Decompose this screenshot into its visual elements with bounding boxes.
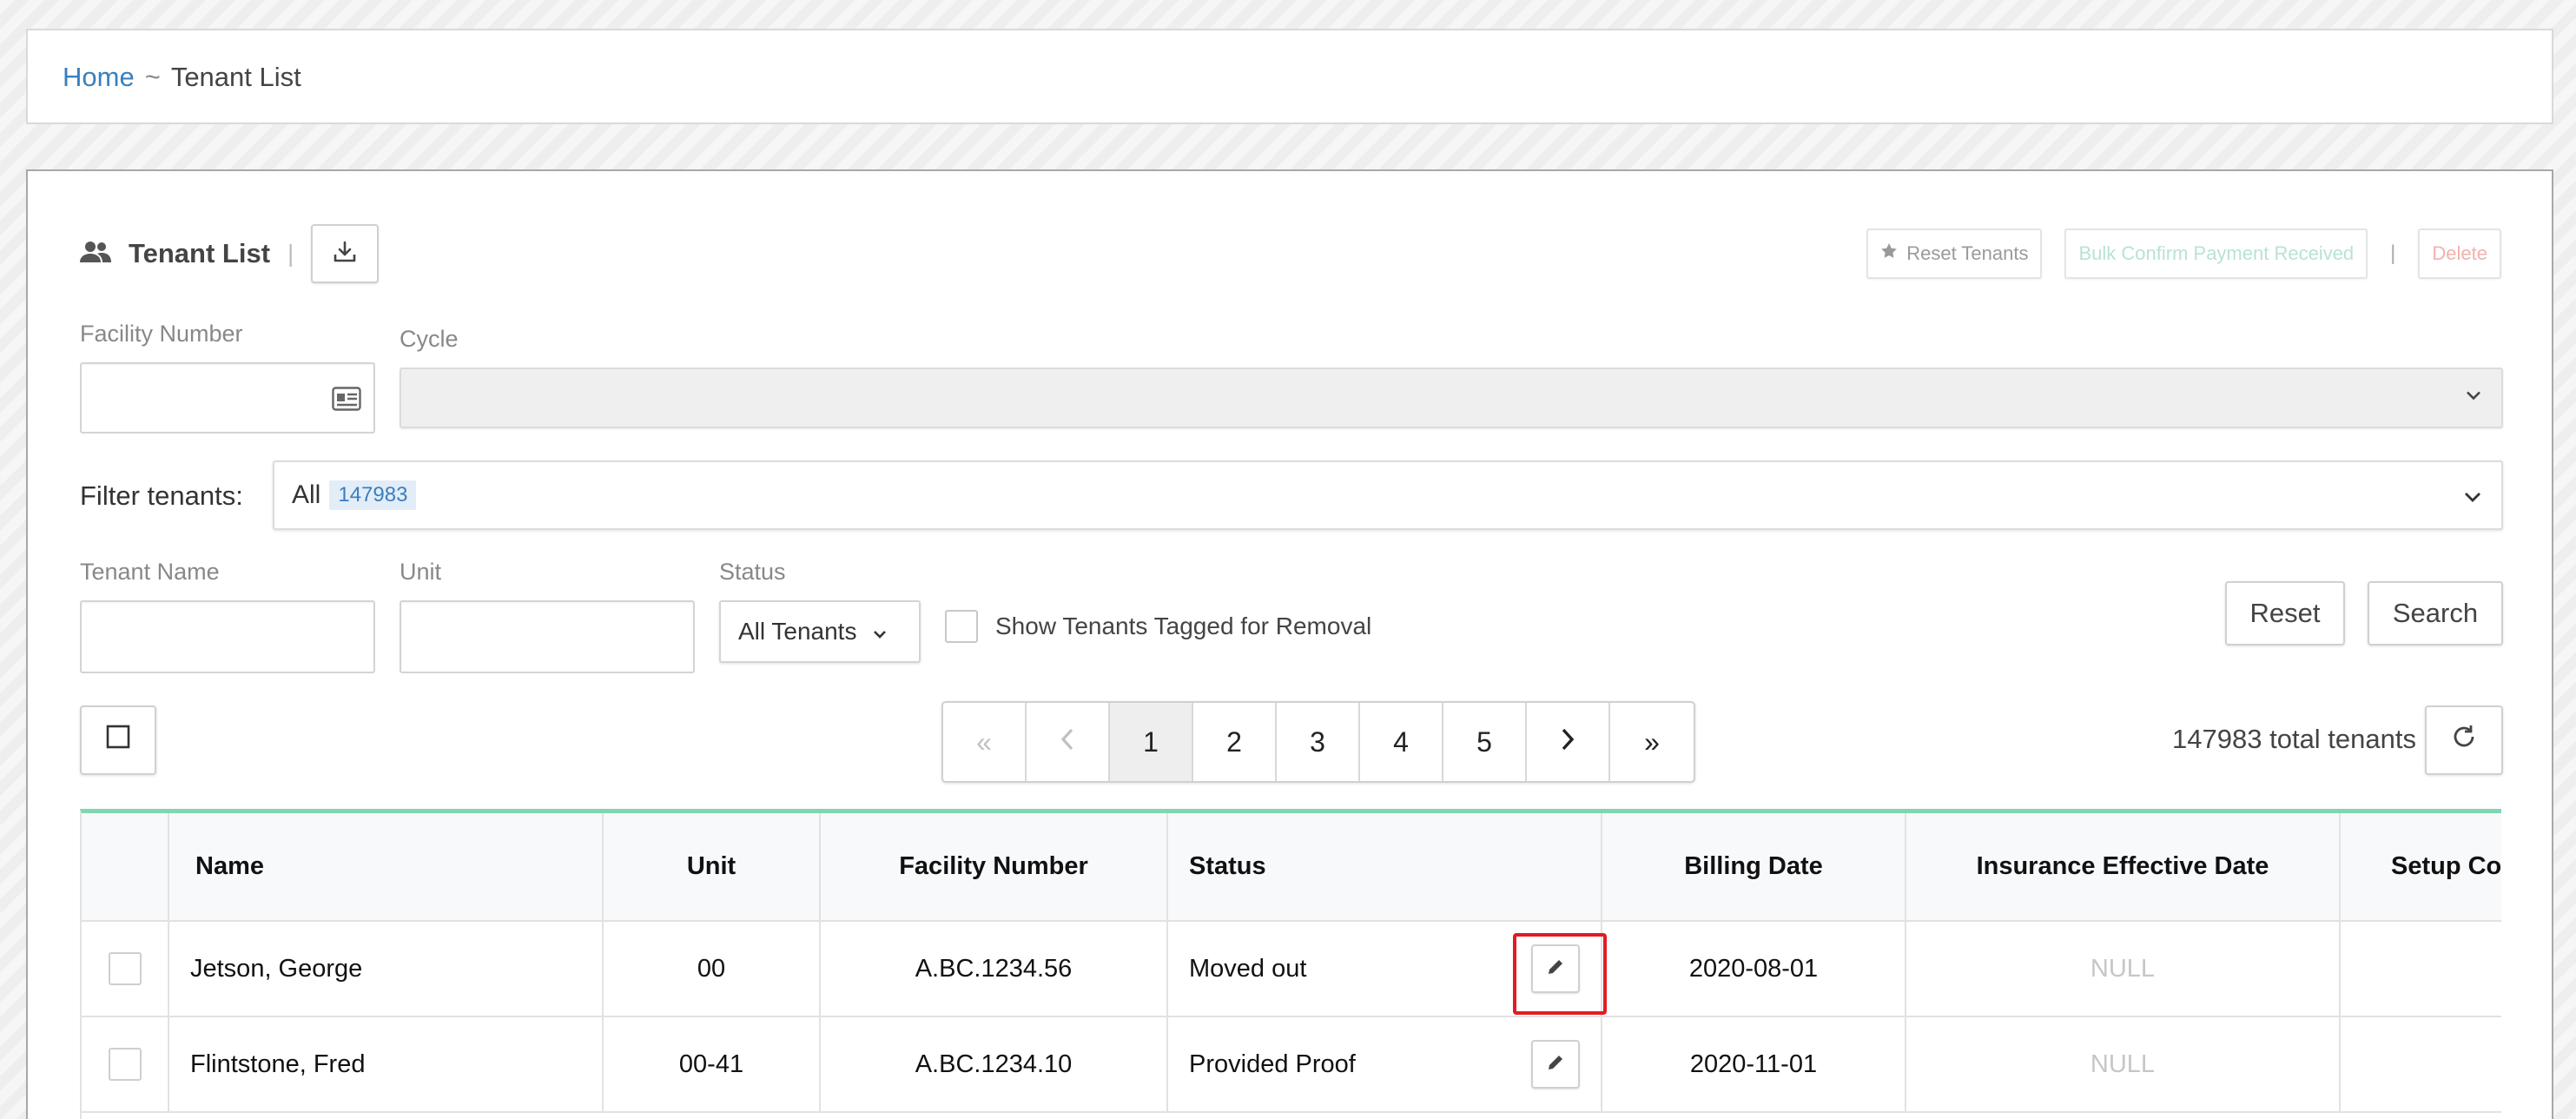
- last-page-button[interactable]: »: [1610, 703, 1694, 781]
- facility-number-cell: A.BC.1234.56: [820, 921, 1168, 1017]
- pencil-icon: [1546, 1050, 1565, 1079]
- unit-cell: 00-41: [603, 1016, 821, 1113]
- facility-number-input[interactable]: [80, 362, 375, 434]
- insurance-effective-date-cell: NULL: [1906, 921, 2341, 1017]
- unit-label: Unit: [400, 559, 442, 585]
- delete-button[interactable]: Delete: [2418, 228, 2501, 279]
- status-cell: Provided Proof: [1167, 1016, 1602, 1113]
- page-2-button[interactable]: 2: [1193, 703, 1277, 781]
- header-actions: Reset Tenants Bulk Confirm Payment Recei…: [1866, 228, 2501, 279]
- filter-count-badge: 147983: [329, 480, 417, 510]
- facility-number-label: Facility Number: [80, 321, 243, 347]
- breadcrumb: Home ~ Tenant List: [63, 62, 301, 93]
- filter-tenants-select[interactable]: All 147983: [273, 460, 2503, 530]
- setup-cell: [2340, 1016, 2501, 1113]
- cycle-label: Cycle: [400, 326, 459, 352]
- edit-status-button[interactable]: [1531, 1040, 1580, 1089]
- tenant-name-cell: Flintstone, Fred: [168, 1016, 604, 1113]
- search-button[interactable]: Search: [2368, 581, 2503, 646]
- edit-button-highlight: [1513, 933, 1607, 1015]
- column-header-name[interactable]: Name: [168, 813, 604, 922]
- tenant-list-panel: Tenant List | Reset Tenants Bulk Confirm…: [26, 169, 2553, 1119]
- column-header-unit[interactable]: Unit: [603, 813, 821, 922]
- status-select[interactable]: All Tenants: [719, 600, 921, 663]
- chevron-down-icon: [2463, 480, 2482, 510]
- breadcrumb-panel: Home ~ Tenant List: [26, 29, 2553, 124]
- tenant-name-label: Tenant Name: [80, 559, 220, 585]
- row-select-cell: [82, 1016, 169, 1113]
- reset-button[interactable]: Reset: [2225, 581, 2345, 646]
- unit-cell: 00: [603, 921, 821, 1017]
- next-page-button[interactable]: [1527, 703, 1610, 781]
- first-page-button[interactable]: «: [943, 703, 1027, 781]
- chevron-down-icon: [2465, 390, 2482, 407]
- tenant-name-cell: Jetson, George: [168, 921, 604, 1017]
- status-text: Moved out: [1189, 954, 1307, 983]
- pagination: « 1 2 3 4 5 »: [941, 701, 1695, 783]
- reset-tenants-label: Reset Tenants: [1906, 242, 2029, 264]
- status-label: Status: [719, 559, 786, 585]
- tenant-table: Name Unit Facility Number Status Billing…: [80, 809, 2501, 1119]
- breadcrumb-home-link[interactable]: Home: [63, 62, 135, 93]
- cycle-select[interactable]: [400, 367, 2503, 428]
- billing-date-cell: 2020-11-01: [1602, 1016, 1906, 1113]
- row-checkbox[interactable]: [108, 1048, 142, 1081]
- table-row: Jetson, George 00 A.BC.1234.56 Moved out…: [82, 921, 2501, 1017]
- filter-tenants-label: Filter tenants:: [80, 480, 243, 511]
- status-text: Provided Proof: [1189, 1049, 1356, 1078]
- column-header-billing-date[interactable]: Billing Date: [1602, 813, 1906, 922]
- previous-page-button[interactable]: [1027, 703, 1110, 781]
- column-header-status[interactable]: Status: [1167, 813, 1602, 922]
- star-icon: [1880, 242, 1898, 265]
- actions-divider: |: [2390, 242, 2396, 265]
- facility-number-cell: A.BC.1234.10: [820, 1016, 1168, 1113]
- chevron-left-icon: [1060, 726, 1075, 758]
- column-header-setup[interactable]: Setup Co: [2340, 813, 2501, 922]
- checkbox-square-icon: [106, 725, 130, 756]
- chevron-down-icon: [872, 618, 888, 646]
- page-3-button[interactable]: 3: [1277, 703, 1360, 781]
- setup-cell: [2340, 921, 2501, 1017]
- download-icon: [333, 240, 357, 268]
- download-button[interactable]: [311, 224, 380, 283]
- tenant-name-input[interactable]: [80, 600, 375, 673]
- refresh-button[interactable]: [2425, 705, 2503, 775]
- reset-tenants-button[interactable]: Reset Tenants: [1866, 228, 2043, 279]
- show-removal-label: Show Tenants Tagged for Removal: [995, 612, 1372, 639]
- table-row: Flintstone, Fred 00-41 A.BC.1234.10 Prov…: [82, 1016, 2501, 1113]
- column-header-facility-number[interactable]: Facility Number: [820, 813, 1168, 922]
- insurance-effective-date-cell: NULL: [1906, 1016, 2341, 1113]
- refresh-icon: [2451, 724, 2477, 757]
- billing-date-cell: 2020-08-01: [1602, 921, 1906, 1017]
- bulk-confirm-payment-button[interactable]: Bulk Confirm Payment Received: [2064, 228, 2368, 279]
- header-select: [82, 813, 169, 922]
- panel-title: Tenant List: [129, 238, 271, 268]
- status-value: All Tenants: [738, 618, 857, 645]
- select-all-button[interactable]: [80, 705, 156, 775]
- table-header-row: Name Unit Facility Number Status Billing…: [82, 813, 2501, 922]
- column-header-insurance-effective-date[interactable]: Insurance Effective Date: [1906, 813, 2341, 922]
- id-card-icon: [332, 387, 361, 415]
- total-tenants: 147983 total tenants: [2172, 724, 2416, 754]
- breadcrumb-current: Tenant List: [170, 62, 301, 92]
- filter-tenants-value: All: [292, 480, 321, 509]
- breadcrumb-separator: ~: [144, 62, 161, 92]
- header-divider: |: [287, 240, 294, 267]
- unit-input[interactable]: [400, 600, 695, 673]
- page-4-button[interactable]: 4: [1360, 703, 1443, 781]
- page-5-button[interactable]: 5: [1443, 703, 1527, 781]
- panel-header: Tenant List |: [80, 223, 380, 284]
- row-select-cell: [82, 921, 169, 1017]
- show-removal-checkbox[interactable]: [945, 610, 978, 643]
- chevron-right-icon: [1560, 726, 1575, 758]
- row-checkbox[interactable]: [108, 952, 142, 985]
- page-1-button[interactable]: 1: [1110, 703, 1193, 781]
- users-icon: [80, 241, 111, 268]
